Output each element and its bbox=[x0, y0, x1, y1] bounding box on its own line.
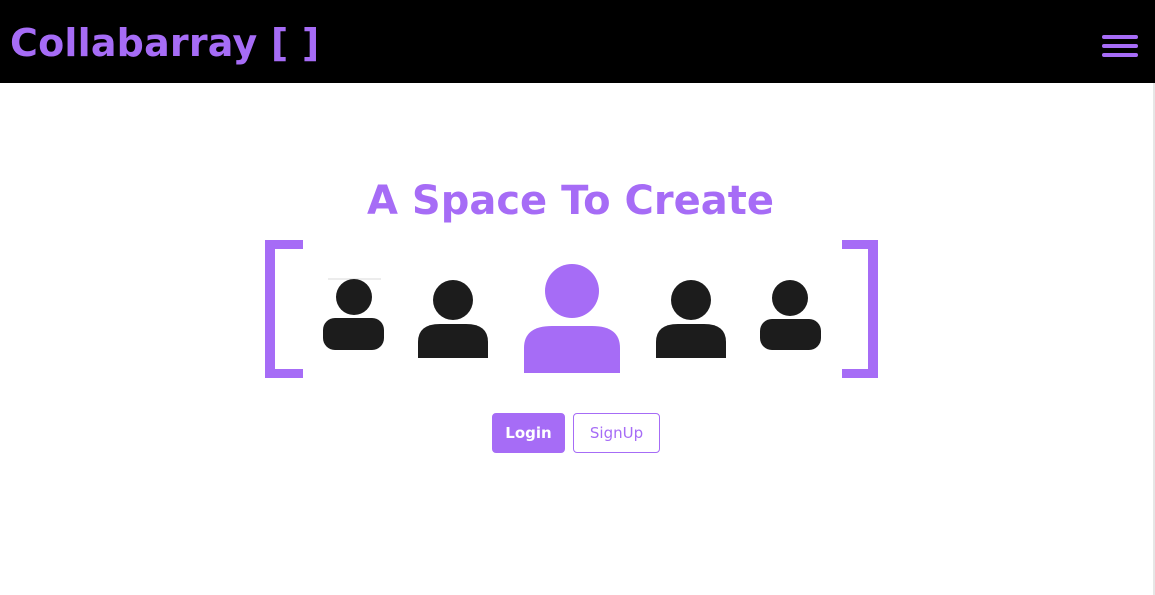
page-title: A Space To Create bbox=[367, 178, 774, 224]
login-button[interactable]: Login bbox=[492, 413, 565, 453]
user-icon bbox=[323, 278, 384, 350]
brand-logo[interactable]: Collabarray [ ] bbox=[10, 20, 319, 66]
left-bracket-icon bbox=[265, 240, 303, 378]
top-navbar: Collabarray [ ] bbox=[0, 0, 1155, 83]
user-icon bbox=[760, 280, 821, 350]
user-icon bbox=[418, 280, 488, 358]
signup-button[interactable]: SignUp bbox=[573, 413, 660, 453]
menu-bar-middle bbox=[1102, 44, 1138, 48]
menu-bar-bottom bbox=[1102, 53, 1138, 57]
user-icon-highlighted bbox=[524, 264, 620, 373]
user-icon bbox=[656, 280, 726, 358]
hamburger-menu-button[interactable] bbox=[1102, 32, 1138, 62]
right-bracket-icon bbox=[842, 240, 878, 378]
menu-bar-top bbox=[1102, 35, 1138, 39]
collaboration-illustration bbox=[265, 240, 878, 378]
